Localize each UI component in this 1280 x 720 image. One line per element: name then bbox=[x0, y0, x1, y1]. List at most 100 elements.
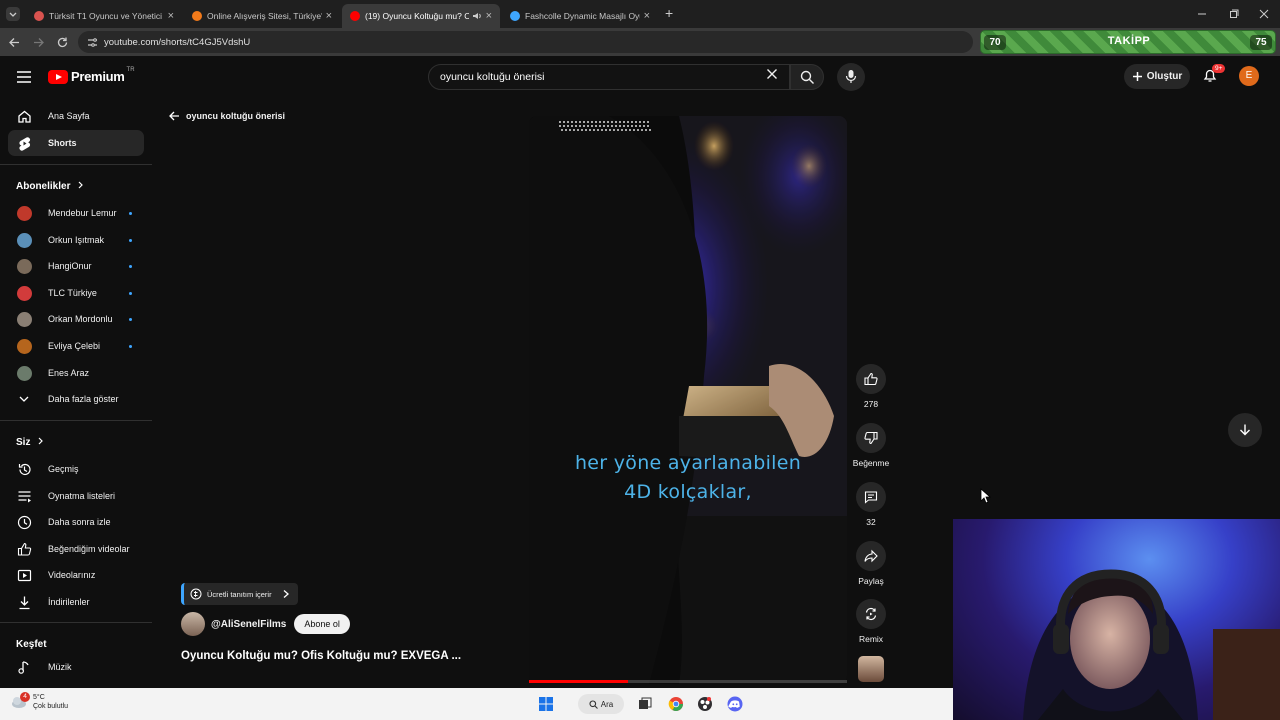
temperature: 5°C bbox=[33, 694, 45, 701]
channel-name[interactable]: @AliSenelFilms bbox=[211, 619, 286, 630]
share-icon bbox=[864, 549, 878, 563]
search-button[interactable] bbox=[790, 64, 824, 90]
chevron-right-icon bbox=[78, 181, 84, 189]
chevron-right-icon bbox=[38, 437, 44, 445]
youtube-premium-logo[interactable]: Premium TR bbox=[48, 67, 135, 84]
speaker-icon[interactable] bbox=[472, 11, 482, 21]
sidebar-item-playlists[interactable]: Oynatma listeleri bbox=[8, 483, 144, 509]
browser-tab-1[interactable]: Türksit T1 Oyuncu ve Yönetici Koltuğu × bbox=[26, 4, 182, 28]
close-tab-icon[interactable]: × bbox=[168, 10, 174, 22]
browser-tab-4[interactable]: Fashcolle Dynamic Masajlı Oyuncu × bbox=[502, 4, 658, 28]
sidebar-item-your-videos[interactable]: Videolarınız bbox=[8, 562, 144, 588]
close-tab-icon[interactable]: × bbox=[486, 10, 492, 22]
sidebar-item-watch-later[interactable]: Daha sonra izle bbox=[8, 509, 144, 535]
dislike-button[interactable]: Beğenme bbox=[851, 423, 891, 468]
show-more-button[interactable]: Daha fazla göster bbox=[8, 386, 144, 412]
restore-icon[interactable] bbox=[1228, 8, 1240, 20]
reload-icon[interactable] bbox=[56, 36, 69, 49]
sidebar-item-label: Videolarınız bbox=[48, 570, 96, 580]
minimize-icon[interactable] bbox=[1196, 8, 1208, 20]
sidebar-item-music[interactable]: Müzik bbox=[8, 654, 144, 680]
new-tab-button[interactable]: + bbox=[665, 5, 673, 21]
sidebar-item-subscription[interactable]: Mendebur Lemur bbox=[8, 200, 144, 226]
discord-icon[interactable] bbox=[727, 696, 743, 712]
windows-start-icon[interactable] bbox=[538, 696, 554, 712]
sidebar-item-subscription[interactable]: HangiOnur bbox=[8, 253, 144, 279]
channel-avatar bbox=[16, 311, 32, 327]
subscribe-button[interactable]: Abone ol bbox=[294, 614, 350, 634]
sidebar-item-subscription[interactable]: TLC Türkiye bbox=[8, 280, 144, 306]
sidebar: Ana Sayfa Shorts Abonelikler Mendebur Le… bbox=[0, 100, 152, 690]
subtitle-caption-line: her yöne ayarlanabilen bbox=[574, 452, 802, 474]
task-view-icon[interactable] bbox=[637, 696, 653, 712]
sidebar-divider bbox=[0, 164, 152, 165]
comment-icon bbox=[864, 491, 878, 504]
menu-hamburger-icon[interactable] bbox=[16, 70, 32, 84]
short-title[interactable]: Oyuncu Koltuğu mu? Ofis Koltuğu mu? EXVE… bbox=[181, 650, 461, 662]
follow-goal-widget: 70 TAKİPP 75 bbox=[980, 30, 1276, 54]
music-icon bbox=[16, 659, 32, 675]
search-input[interactable]: oyuncu koltuğu önerisi bbox=[428, 64, 790, 90]
new-content-dot bbox=[129, 264, 132, 268]
channel-name: HangiOnur bbox=[48, 261, 92, 271]
voice-search-button[interactable] bbox=[837, 63, 865, 91]
address-bar[interactable]: youtube.com/shorts/tC4GJ5VdshU bbox=[78, 31, 973, 53]
channel-avatar[interactable] bbox=[181, 612, 205, 636]
obs-icon[interactable] bbox=[697, 696, 713, 712]
home-icon bbox=[16, 108, 32, 124]
sidebar-item-label: Ana Sayfa bbox=[48, 111, 90, 121]
like-button[interactable]: 278 bbox=[851, 364, 891, 409]
channel-avatar bbox=[16, 258, 32, 274]
sidebar-item-subscription[interactable]: Orkan Mordonlu bbox=[8, 306, 144, 332]
video-progress-bar[interactable] bbox=[529, 680, 847, 683]
chevron-right-icon bbox=[283, 590, 289, 598]
new-content-dot bbox=[129, 291, 132, 295]
next-short-button[interactable] bbox=[1228, 413, 1262, 447]
sidebar-item-liked-videos[interactable]: Beğendiğim videolar bbox=[8, 536, 144, 562]
sidebar-item-home[interactable]: Ana Sayfa bbox=[8, 103, 144, 129]
sound-thumbnail[interactable] bbox=[858, 656, 884, 682]
you-header[interactable]: Siz bbox=[16, 437, 45, 448]
paid-promotion-banner[interactable]: Ücretli tanıtım içerir bbox=[181, 583, 298, 605]
chrome-icon[interactable] bbox=[668, 696, 684, 712]
logo-text: Premium bbox=[71, 69, 125, 84]
back-link-label: oyuncu koltuğu önerisi bbox=[186, 111, 286, 121]
taskbar-search[interactable]: Ara bbox=[578, 694, 624, 714]
channel-name: Orkun Işıtmak bbox=[48, 235, 105, 245]
sidebar-item-subscription[interactable]: Enes Araz bbox=[8, 360, 144, 386]
short-video-player[interactable]: her yöne ayarlanabilen 4D kolçaklar, bbox=[529, 116, 847, 684]
sidebar-item-subscription[interactable]: Orkun Işıtmak bbox=[8, 227, 144, 253]
channel-avatar bbox=[16, 285, 32, 301]
tab-title: (19) Oyuncu Koltuğu mu? Ofis bbox=[365, 11, 469, 21]
playlist-icon bbox=[16, 488, 32, 504]
account-avatar[interactable]: E bbox=[1239, 66, 1259, 86]
create-button[interactable]: Oluştur bbox=[1124, 64, 1190, 89]
thumb-up-icon bbox=[864, 372, 878, 386]
site-info-icon[interactable] bbox=[87, 37, 98, 48]
share-button[interactable]: Paylaş bbox=[851, 541, 891, 586]
comments-button[interactable]: 32 bbox=[851, 482, 891, 527]
subscriptions-header[interactable]: Abonelikler bbox=[16, 181, 85, 192]
tab-search-button[interactable] bbox=[6, 7, 20, 21]
youtube-favicon-icon bbox=[350, 11, 360, 21]
remix-button[interactable]: Remix bbox=[851, 599, 891, 644]
back-to-search-link[interactable]: oyuncu koltuğu önerisi bbox=[168, 110, 285, 122]
close-tab-icon[interactable]: × bbox=[644, 10, 650, 22]
channel-name: Evliya Çelebi bbox=[48, 341, 101, 351]
sidebar-item-history[interactable]: Geçmiş bbox=[8, 456, 144, 482]
browser-tab-3-active[interactable]: (19) Oyuncu Koltuğu mu? Ofis × bbox=[342, 4, 500, 28]
weather-widget[interactable]: 4 5°C Çok bulutlu bbox=[10, 692, 68, 711]
close-tab-icon[interactable]: × bbox=[326, 10, 332, 22]
browser-toolbar: youtube.com/shorts/tC4GJ5VdshU 70 TAKİPP… bbox=[0, 28, 1280, 56]
sidebar-item-downloads[interactable]: İndirilenler bbox=[8, 589, 144, 615]
forward-arrow-icon[interactable] bbox=[32, 36, 45, 49]
sidebar-item-subscription[interactable]: Evliya Çelebi bbox=[8, 333, 144, 359]
chevron-down-icon bbox=[16, 391, 32, 407]
mouse-cursor-icon bbox=[980, 488, 992, 504]
browser-tab-2[interactable]: Online Alışveriş Sitesi, Türkiye'nin × bbox=[184, 4, 340, 28]
close-window-icon[interactable] bbox=[1258, 8, 1270, 20]
clear-search-icon[interactable] bbox=[766, 68, 778, 80]
explore-header-label: Keşfet bbox=[16, 639, 47, 650]
back-arrow-icon[interactable] bbox=[8, 36, 21, 49]
sidebar-item-shorts[interactable]: Shorts bbox=[8, 130, 144, 156]
